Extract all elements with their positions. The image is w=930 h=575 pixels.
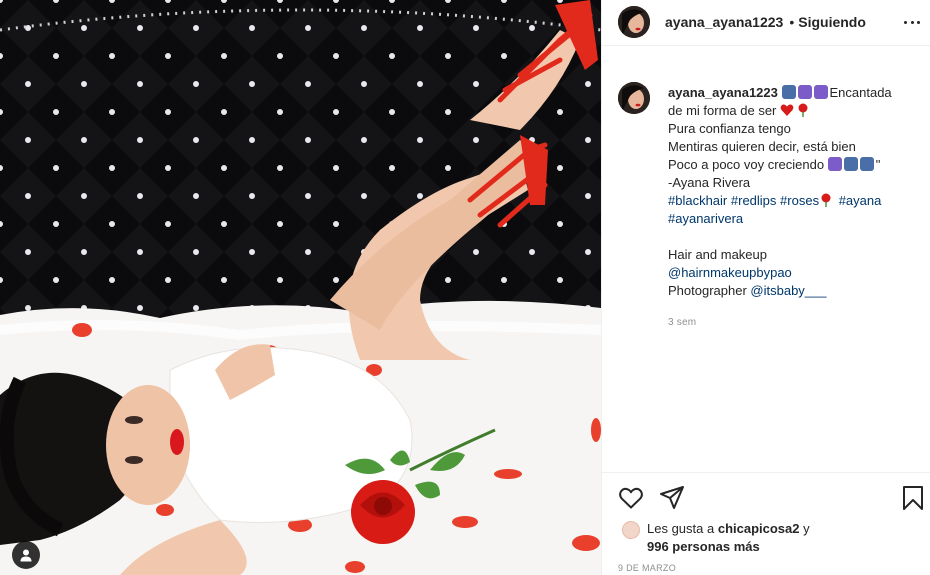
liker-username[interactable]: chicapicosa2 (718, 521, 800, 536)
mention-link[interactable]: @hairnmakeupbypao (668, 265, 792, 280)
paper-plane-icon[interactable] (659, 485, 685, 511)
post-details-panel: ayana_ayana1223 • Siguiendo ayana_ayana1… (601, 0, 930, 575)
music-emoji-icon (827, 157, 842, 171)
caption-timestamp[interactable]: 3 sem (668, 314, 892, 332)
caption-line-5: Poco a poco voy creciendo (668, 157, 825, 172)
caption-line-4: Mentiras quieren decir, está bien (668, 139, 856, 154)
mention-link[interactable]: @itsbaby___ (750, 283, 826, 298)
caption-line-3: Pura confianza tengo (668, 121, 791, 136)
actions-divider (602, 472, 930, 473)
music-emoji-icon (797, 85, 812, 99)
likes-summary: Les gusta a chicapicosa2 y 996 personas … (622, 520, 810, 556)
caption-line-1: Encantada (829, 85, 892, 100)
likes-text: Les gusta a chicapicosa2 y 996 personas … (647, 520, 810, 556)
tagged-users-button[interactable] (12, 541, 40, 569)
post-header: ayana_ayana1223 • Siguiendo (602, 0, 930, 44)
post-image (0, 0, 601, 575)
music-emoji-icon (781, 85, 796, 99)
hashtag-link[interactable]: #blackhair (668, 193, 727, 208)
heart-emoji-icon (780, 104, 794, 116)
rose-emoji-icon (821, 193, 831, 207)
caption-comment: ayana_ayana1223 Encantada de mi forma de… (618, 82, 918, 332)
music-emoji-icon (859, 157, 874, 171)
bookmark-icon[interactable] (900, 485, 926, 511)
photographer-label: Photographer (668, 283, 747, 298)
caption-text: ayana_ayana1223 Encantada de mi forma de… (668, 84, 892, 332)
caption-username[interactable]: ayana_ayana1223 (668, 85, 778, 100)
avatar[interactable] (618, 82, 650, 114)
post-date[interactable]: 9 DE MARZO (618, 563, 676, 573)
likes-conjunction: y (803, 521, 810, 536)
more-options-icon[interactable] (904, 14, 920, 30)
hashtag-link[interactable]: #ayana (839, 193, 882, 208)
likes-prefix: Les gusta a (647, 521, 715, 536)
post-username[interactable]: ayana_ayana1223 (665, 14, 783, 30)
credits-title: Hair and makeup (668, 247, 767, 262)
caption-line-5-end: " (875, 157, 881, 172)
liker-avatar[interactable] (622, 521, 640, 539)
hashtag-link[interactable]: #roses (780, 193, 819, 208)
post-photo[interactable] (0, 0, 601, 575)
music-emoji-icon (813, 85, 828, 99)
hashtag-link[interactable]: #redlips (731, 193, 777, 208)
avatar[interactable] (618, 6, 650, 38)
separator-dot: • (789, 14, 795, 30)
hashtag-link[interactable]: #ayanarivera (668, 211, 743, 226)
rose-emoji-icon (798, 103, 808, 117)
heart-icon[interactable] (618, 485, 644, 511)
follow-status-button[interactable]: Siguiendo (798, 14, 866, 30)
caption-line-6: -Ayana Rivera (668, 175, 751, 190)
music-emoji-icon (843, 157, 858, 171)
caption-line-2: de mi forma de ser (668, 103, 777, 118)
user-tag-icon (20, 549, 32, 562)
header-divider (602, 45, 930, 46)
post-actions (618, 485, 923, 511)
likes-count[interactable]: 996 personas más (647, 539, 760, 554)
